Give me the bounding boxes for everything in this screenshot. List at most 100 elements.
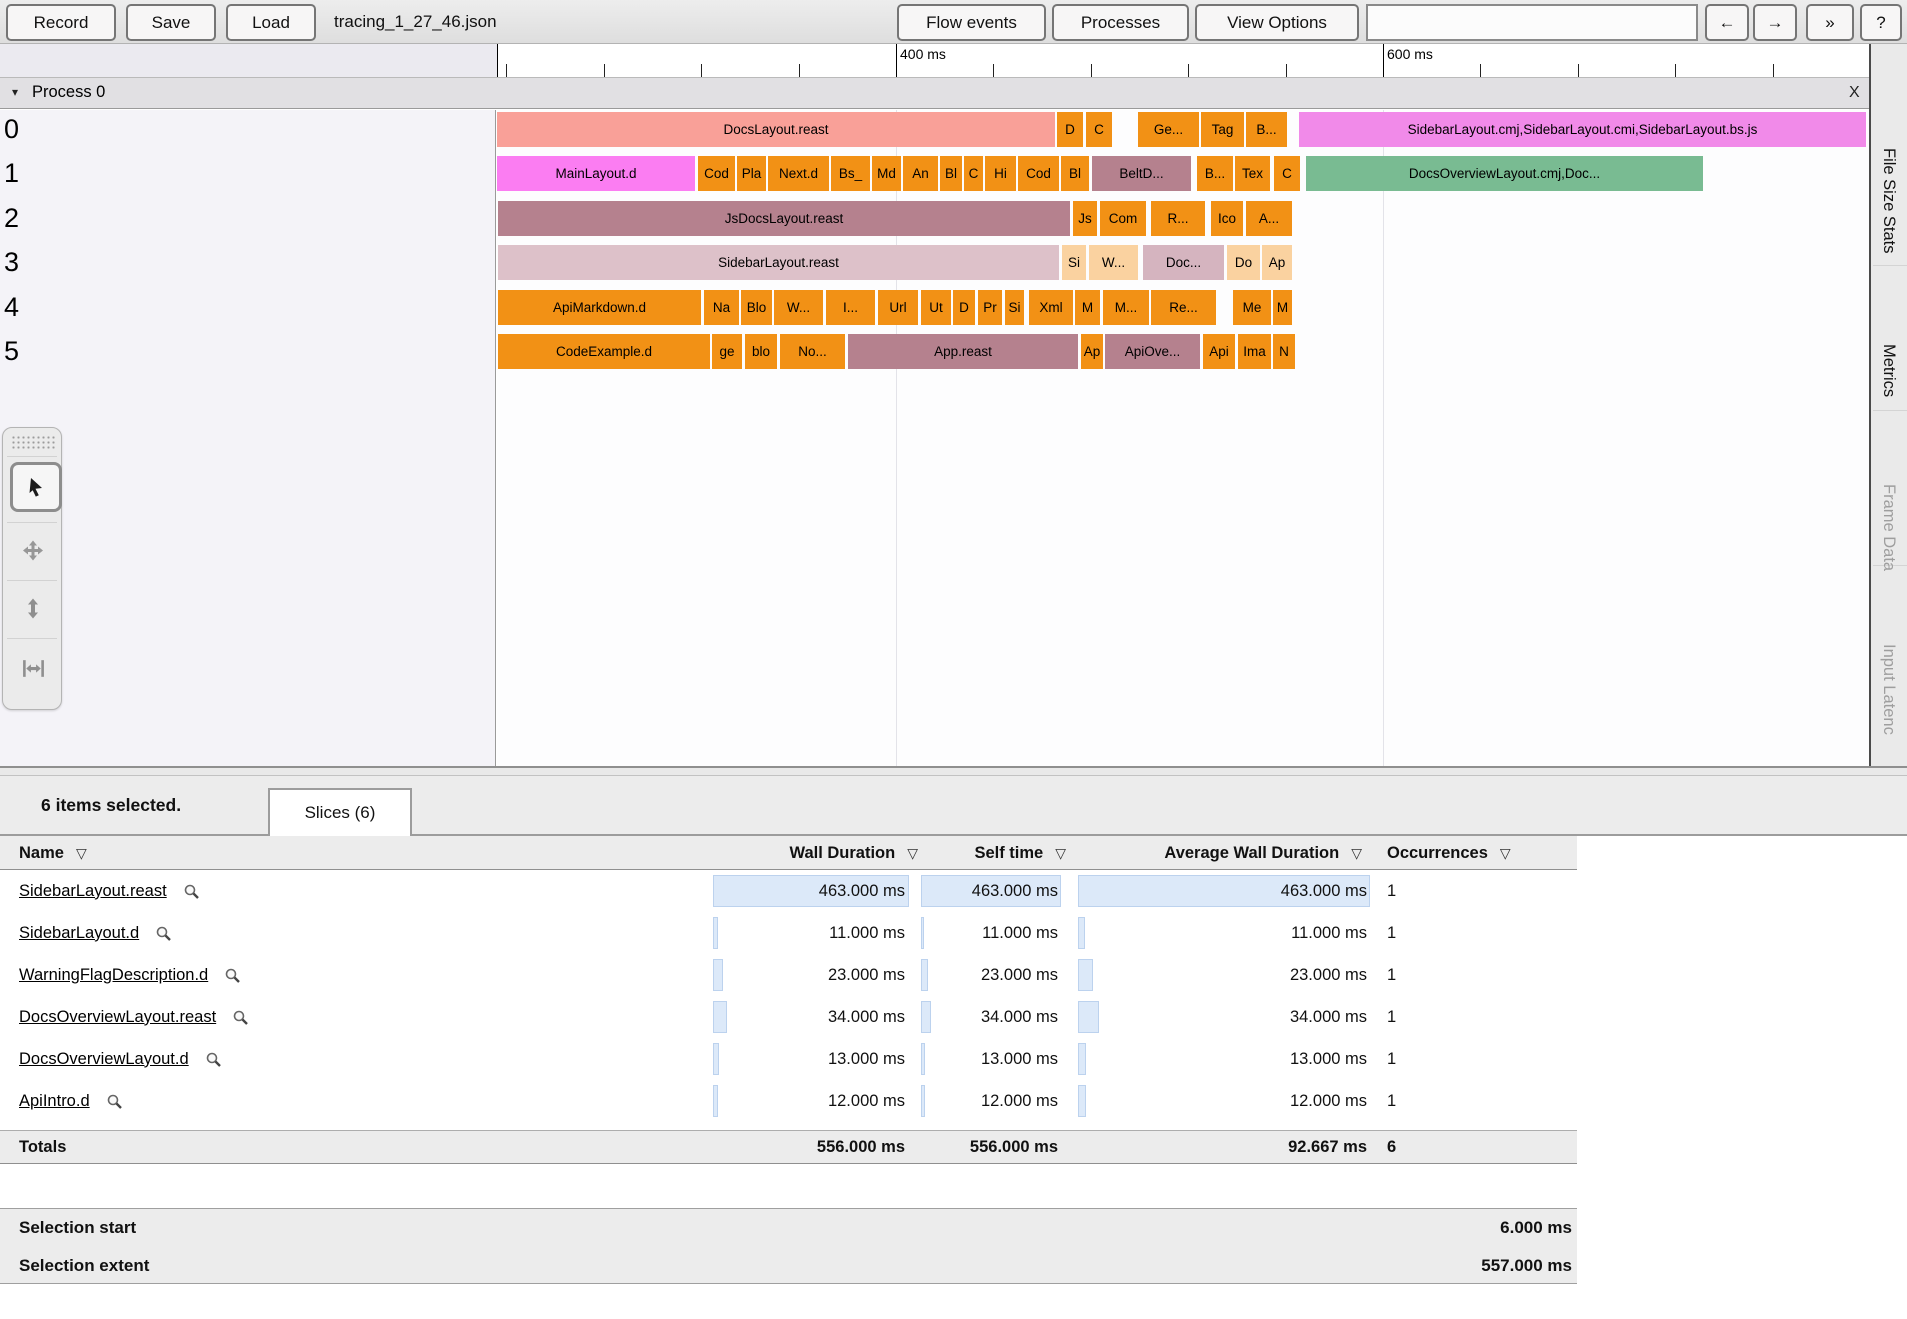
timeline-slice[interactable]: Bs_: [831, 156, 870, 191]
slice-name-link[interactable]: ApiIntro.d: [19, 1092, 90, 1111]
timeline-slice[interactable]: Tag: [1201, 112, 1244, 147]
timeline-slice[interactable]: B...: [1197, 156, 1233, 191]
timeline-slice[interactable]: W...: [774, 290, 823, 325]
sidebar-tab-metrics[interactable]: Metrics: [1879, 344, 1898, 397]
column-header-occurrences[interactable]: Occurrences▽: [1387, 836, 1511, 870]
timeline-slice[interactable]: App.reast: [848, 334, 1078, 369]
save-button[interactable]: Save: [126, 4, 216, 41]
palette-drag-grip[interactable]: [11, 435, 55, 449]
timeline-slice[interactable]: C: [1274, 156, 1300, 191]
timeline-slice[interactable]: MainLayout.d: [497, 156, 695, 191]
view-options-button[interactable]: View Options: [1195, 4, 1359, 41]
record-button[interactable]: Record: [6, 4, 116, 41]
timeline-slice[interactable]: An: [903, 156, 938, 191]
timeline-slice[interactable]: M: [1273, 290, 1292, 325]
flow-events-button[interactable]: Flow events: [897, 4, 1046, 41]
slice-name-link[interactable]: WarningFlagDescription.d: [19, 966, 208, 985]
column-header-average-wall-duration[interactable]: Average Wall Duration▽: [1066, 836, 1362, 870]
timeline-slice[interactable]: ApiOve...: [1105, 334, 1200, 369]
timeline-slice[interactable]: I...: [826, 290, 875, 325]
timeline-slice[interactable]: Xml: [1029, 290, 1073, 325]
timeline-slice[interactable]: ge: [712, 334, 742, 369]
more-options-button[interactable]: »: [1806, 4, 1854, 41]
timeline-slice[interactable]: Tex: [1235, 156, 1270, 191]
column-header-self-time[interactable]: Self time▽: [920, 836, 1066, 870]
timeline-slice[interactable]: Me: [1233, 290, 1271, 325]
magnifier-icon[interactable]: [106, 1093, 123, 1110]
timeline-slice[interactable]: DocsLayout.reast: [497, 112, 1055, 147]
selection-tool-button[interactable]: [10, 462, 62, 512]
timeline-slice[interactable]: CodeExample.d: [498, 334, 710, 369]
timeline-slice[interactable]: C: [1086, 112, 1112, 147]
timeline-slice[interactable]: Cod: [698, 156, 735, 191]
load-button[interactable]: Load: [226, 4, 316, 41]
help-button[interactable]: ?: [1860, 4, 1902, 41]
timeline-slice[interactable]: Next.d: [768, 156, 829, 191]
timeline-slice[interactable]: Js: [1073, 201, 1097, 236]
timeline-slice[interactable]: JsDocsLayout.reast: [498, 201, 1070, 236]
slice-name-link[interactable]: SidebarLayout.reast: [19, 882, 167, 901]
timeline-slice[interactable]: BeltD...: [1092, 156, 1191, 191]
timeline-slice[interactable]: blo: [745, 334, 777, 369]
magnifier-icon[interactable]: [155, 925, 172, 942]
timeline-slice[interactable]: M: [1075, 290, 1100, 325]
timeline-slice[interactable]: Ima: [1238, 334, 1271, 369]
timeline-slice[interactable]: W...: [1089, 245, 1138, 280]
timing-tool-button[interactable]: [10, 646, 56, 690]
slice-name-link[interactable]: SidebarLayout.d: [19, 924, 139, 943]
timeline-slice[interactable]: Na: [704, 290, 739, 325]
timeline-slice[interactable]: Md: [872, 156, 901, 191]
sidebar-tab-file-size-stats[interactable]: File Size Stats: [1879, 148, 1898, 253]
magnifier-icon[interactable]: [205, 1051, 222, 1068]
timeline-slice[interactable]: M...: [1103, 290, 1149, 325]
zoom-tool-button[interactable]: [10, 586, 56, 630]
magnifier-icon[interactable]: [232, 1009, 249, 1026]
timeline-slice[interactable]: ApiMarkdown.d: [498, 290, 701, 325]
collapse-caret-icon[interactable]: ▾: [12, 85, 18, 99]
timeline-slice[interactable]: D: [1057, 112, 1083, 147]
timeline-slice[interactable]: Ge...: [1138, 112, 1199, 147]
column-header-name[interactable]: Name▽: [19, 836, 87, 870]
slice-name-link[interactable]: DocsOverviewLayout.reast: [19, 1008, 216, 1027]
pan-tool-button[interactable]: [10, 528, 56, 572]
timeline-slice[interactable]: Ico: [1211, 201, 1243, 236]
timeline-slice[interactable]: Pla: [737, 156, 766, 191]
timeline-slice[interactable]: DocsOverviewLayout.cmj,Doc...: [1306, 156, 1703, 191]
timeline-slice[interactable]: Si: [1005, 290, 1024, 325]
panel-splitter[interactable]: [0, 766, 1907, 776]
timeline-slice[interactable]: Do: [1227, 245, 1260, 280]
sidebar-tab-input-latenc[interactable]: Input Latenc: [1879, 644, 1898, 735]
find-next-button[interactable]: →: [1753, 4, 1797, 41]
timeline-slice[interactable]: Bl: [940, 156, 962, 191]
timeline-slice[interactable]: Re...: [1151, 290, 1216, 325]
timeline-slice[interactable]: Api: [1203, 334, 1235, 369]
timeline-slice[interactable]: C: [964, 156, 983, 191]
processes-button[interactable]: Processes: [1052, 4, 1189, 41]
magnifier-icon[interactable]: [224, 967, 241, 984]
search-input[interactable]: [1366, 4, 1698, 41]
timeline-slice[interactable]: No...: [780, 334, 845, 369]
timeline-slice[interactable]: R...: [1151, 201, 1205, 236]
timeline-slice[interactable]: B...: [1246, 112, 1287, 147]
timeline-slice[interactable]: Cod: [1018, 156, 1059, 191]
timeline-slice[interactable]: N: [1273, 334, 1295, 369]
timeline-slice[interactable]: Hi: [985, 156, 1016, 191]
timeline-slice[interactable]: SidebarLayout.reast: [498, 245, 1059, 280]
timeline-slice[interactable]: Doc...: [1143, 245, 1224, 280]
timeline-slice[interactable]: Ap: [1262, 245, 1292, 280]
sidebar-tab-frame-data[interactable]: Frame Data: [1879, 484, 1898, 571]
close-process-button[interactable]: X: [1845, 82, 1864, 104]
timeline-slice[interactable]: D: [953, 290, 975, 325]
magnifier-icon[interactable]: [183, 883, 200, 900]
timeline-slice[interactable]: Blo: [741, 290, 772, 325]
timeline-slice[interactable]: Bl: [1061, 156, 1089, 191]
timeline-slice[interactable]: SidebarLayout.cmj,SidebarLayout.cmi,Side…: [1299, 112, 1866, 147]
timeline-slice[interactable]: Pr: [978, 290, 1002, 325]
timeline-slice[interactable]: A...: [1246, 201, 1292, 236]
column-header-wall-duration[interactable]: Wall Duration▽: [660, 836, 918, 870]
tab-slices[interactable]: Slices (6): [268, 788, 412, 836]
timeline-slice[interactable]: Ap: [1081, 334, 1103, 369]
timeline-slice[interactable]: Com: [1100, 201, 1146, 236]
timeline-slice[interactable]: Si: [1062, 245, 1086, 280]
timeline-slice[interactable]: Ut: [921, 290, 951, 325]
